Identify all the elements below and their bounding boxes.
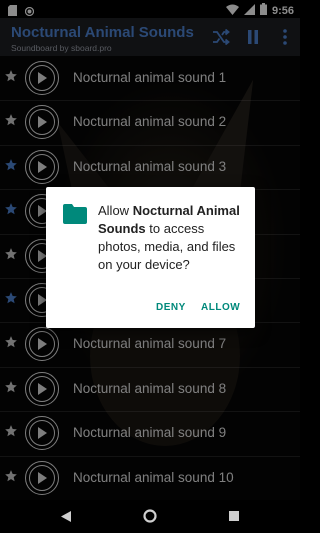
navigation-bar [0, 500, 300, 533]
back-icon[interactable] [58, 508, 74, 524]
home-icon[interactable] [142, 508, 158, 524]
folder-icon [63, 204, 87, 229]
permission-prefix: Allow [98, 203, 133, 218]
allow-button[interactable]: ALLOW [201, 302, 240, 313]
permission-message: Allow Nocturnal Animal Sounds to access … [98, 202, 248, 274]
deny-button[interactable]: DENY [156, 302, 186, 313]
recents-icon[interactable] [226, 508, 242, 524]
permission-dialog: Allow Nocturnal Animal Sounds to access … [46, 187, 255, 328]
